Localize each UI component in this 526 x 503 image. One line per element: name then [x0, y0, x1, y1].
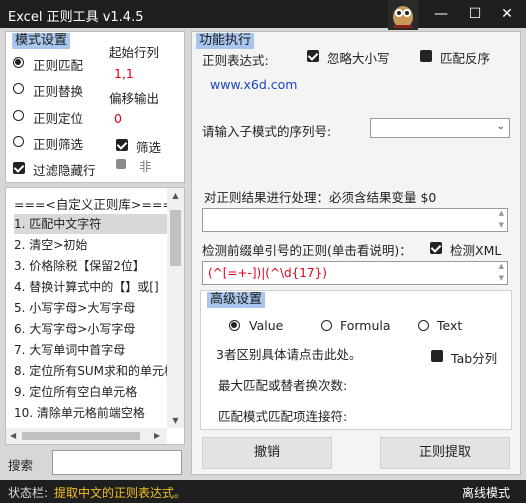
- chevron-down-icon: ⌄: [496, 121, 505, 132]
- list-item[interactable]: 3. 价格除税【保留2位】: [14, 256, 174, 276]
- not-label: 非: [139, 159, 152, 174]
- offset-label: 偏移输出: [109, 91, 160, 106]
- search-label: 搜索: [8, 458, 34, 473]
- start-row-label: 起始行列: [109, 45, 160, 60]
- joiner-label: 匹配模式匹配项连接符:: [218, 409, 348, 424]
- submode-label: 请输入子模式的序列号:: [202, 124, 332, 139]
- hscrollbar-thumb[interactable]: [22, 432, 140, 440]
- process-textarea[interactable]: ▲ ▼: [202, 208, 508, 232]
- mode-replace-label: 正则替换: [33, 84, 84, 99]
- minimize-button[interactable]: —: [430, 3, 452, 25]
- scroll-left-arrow-icon[interactable]: ◀: [10, 431, 16, 440]
- submode-select[interactable]: ⌄: [370, 118, 510, 138]
- formula-label: Formula: [340, 318, 391, 333]
- maximize-button[interactable]: ☐: [464, 3, 486, 25]
- detect-xml-checkbox[interactable]: [430, 242, 442, 254]
- filter-label: 筛选: [136, 140, 162, 155]
- scrollbar-thumb[interactable]: [170, 210, 181, 266]
- list-item[interactable]: 1. 匹配中文字符: [14, 214, 174, 234]
- extract-button[interactable]: 正则提取: [380, 437, 510, 469]
- text-radio[interactable]: [418, 320, 429, 331]
- status-bar: 状态栏: 提取中文的正则表达式。 离线模式: [0, 480, 526, 503]
- prefix-regex-label[interactable]: 检测前缀单引号的正则(单击看说明)：: [202, 240, 412, 259]
- function-exec-panel: 功能执行 正则表达式: 忽略大小写 匹配反序 www.x6d.com 请输入子模…: [191, 31, 521, 475]
- undo-button-label: 撤销: [253, 445, 280, 460]
- list-item[interactable]: 4. 替换计算式中的【】或[]: [14, 277, 174, 297]
- ignore-case-checkbox[interactable]: [307, 50, 319, 62]
- list-item[interactable]: 9. 定位所有空白单元格: [14, 382, 174, 402]
- mode-filter-radio[interactable]: [13, 136, 24, 147]
- mode-settings-title: 模式设置: [12, 33, 71, 49]
- close-button[interactable]: ✕: [496, 3, 518, 25]
- mode-match-label: 正则匹配: [33, 58, 84, 73]
- function-exec-title: 功能执行: [196, 33, 255, 49]
- not-checkbox[interactable]: [116, 159, 126, 169]
- owl-logo-icon: [388, 0, 418, 30]
- extract-button-label: 正则提取: [418, 445, 471, 460]
- filter-hidden-rows-label: 过滤隐藏行: [33, 163, 96, 178]
- invert-label: 匹配反序: [440, 51, 491, 66]
- textarea-down-arrow-icon[interactable]: ▼: [499, 221, 504, 229]
- prefix-up-arrow-icon[interactable]: ▲: [499, 262, 504, 270]
- status-label: 状态栏:: [8, 486, 49, 500]
- invert-checkbox[interactable]: [420, 50, 432, 62]
- list-item[interactable]: 8. 定位所有SUM求和的单元格: [14, 361, 174, 381]
- detect-xml-label: 检测XML: [450, 243, 502, 258]
- offset-value[interactable]: 0: [114, 111, 122, 126]
- formula-radio[interactable]: [321, 320, 332, 331]
- max-match-label: 最大匹配或替者换次数:: [218, 378, 348, 393]
- advanced-settings-panel: 高级设置 Value Formula Text 3者区别具体请点击此处。 Tab…: [200, 290, 512, 430]
- mode-match-radio[interactable]: [13, 57, 24, 68]
- mode-filter-label: 正则筛选: [33, 137, 84, 152]
- textarea-up-arrow-icon[interactable]: ▲: [499, 209, 504, 217]
- prefix-regex-textarea[interactable]: (^[=+-])|(^\d{17}) ▲ ▼: [202, 261, 508, 285]
- mode-replace-radio[interactable]: [13, 83, 24, 94]
- library-vertical-scrollbar[interactable]: ▲ ▼: [167, 188, 184, 428]
- value-label: Value: [249, 318, 284, 333]
- prefix-regex-value: (^[=+-])|(^\d{17}): [208, 266, 327, 280]
- window-title: Excel 正则工具 v1.4.5: [8, 10, 144, 25]
- status-message: 提取中文的正则表达式。: [54, 486, 187, 500]
- list-item[interactable]: 2. 清空>初始: [14, 235, 174, 255]
- mode-locate-label: 正则定位: [33, 111, 84, 126]
- prefix-down-arrow-icon[interactable]: ▼: [499, 274, 504, 282]
- text-label: Text: [437, 318, 463, 333]
- regex-value[interactable]: www.x6d.com: [210, 77, 297, 92]
- value-radio[interactable]: [229, 320, 240, 331]
- ignore-case-label: 忽略大小写: [327, 51, 390, 66]
- list-item[interactable]: 7. 大写单词中首字母: [14, 340, 174, 360]
- list-item[interactable]: 5. 小写字母>大写字母: [14, 298, 174, 318]
- list-item[interactable]: 6. 大写字母>小写字母: [14, 319, 174, 339]
- scroll-down-arrow-icon[interactable]: ▼: [167, 416, 184, 425]
- undo-button[interactable]: 撤销: [202, 437, 332, 469]
- mode3-note[interactable]: 3者区别具体请点击此处。: [216, 344, 361, 363]
- start-row-value[interactable]: 1,1: [114, 66, 134, 81]
- search-input[interactable]: [52, 450, 182, 475]
- regex-label: 正则表达式:: [202, 53, 269, 68]
- scroll-right-arrow-icon[interactable]: ▶: [154, 431, 160, 440]
- title-bar: Excel 正则工具 v1.4.5 — ☐ ✕: [0, 0, 526, 30]
- advanced-settings-title: 高级设置: [207, 292, 266, 308]
- library-header: ===<自定义正则库>===: [14, 197, 173, 212]
- list-item[interactable]: 10. 清除单元格前端空格: [14, 403, 174, 423]
- mode-settings-panel: 模式设置 正则匹配 正则替换 正则定位 正则筛选 过滤隐藏行 起始行列 1,1 …: [5, 31, 185, 183]
- regex-library-panel: ===<自定义正则库>=== 1. 匹配中文字符 2. 清空>初始 3. 价格除…: [5, 187, 185, 445]
- tab-split-label: Tab分列: [451, 351, 498, 366]
- scroll-up-arrow-icon[interactable]: ▲: [167, 191, 184, 200]
- mode-locate-radio[interactable]: [13, 110, 24, 121]
- filter-checkbox[interactable]: [116, 139, 128, 151]
- tab-split-checkbox[interactable]: [431, 350, 443, 362]
- status-right: 离线模式: [462, 486, 511, 500]
- library-horizontal-scrollbar[interactable]: ◀ ▶: [6, 428, 167, 444]
- filter-hidden-rows-checkbox[interactable]: [13, 162, 25, 174]
- process-label: 对正则结果进行处理：必须含结果变量 $0: [204, 190, 437, 205]
